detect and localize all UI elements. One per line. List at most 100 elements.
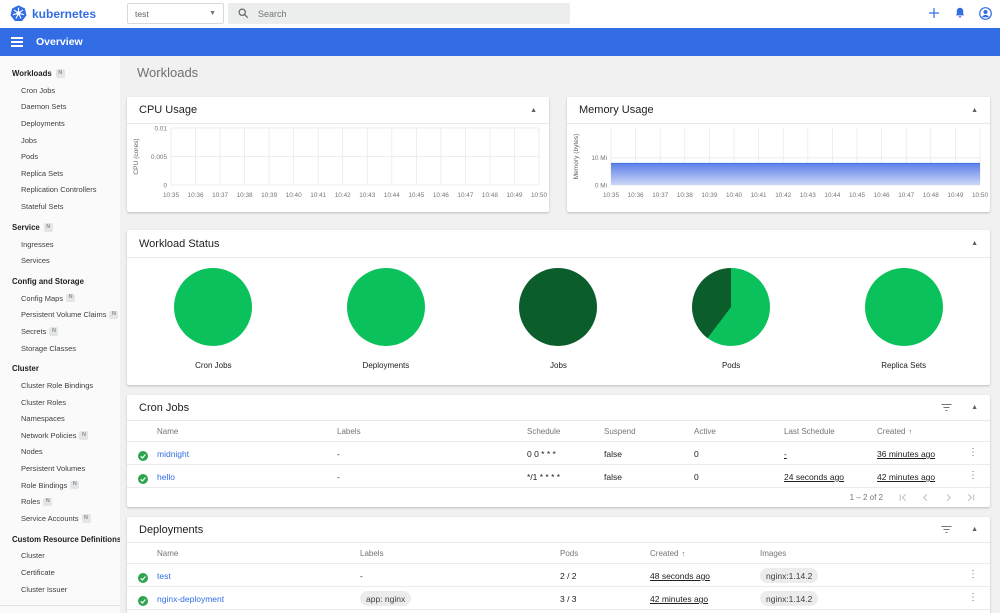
column-header-labels[interactable]: Labels <box>337 427 361 436</box>
column-header-suspend[interactable]: Suspend <box>604 427 636 436</box>
sidebar-item-cluster-role-bindings[interactable]: Cluster Role Bindings <box>0 377 120 394</box>
sidebar-section-workloads[interactable]: Workloads N <box>0 64 120 82</box>
sidebar-item-persistent-volume-claims[interactable]: Persistent Volume Claims N <box>0 307 120 324</box>
sidebar-item-services[interactable]: Services <box>0 252 120 269</box>
sidebar-item-config-maps[interactable]: Config Maps N <box>0 290 120 307</box>
sidebar-item-jobs[interactable]: Jobs <box>0 132 120 149</box>
cell-name[interactable]: test <box>157 571 171 581</box>
kebab-menu-icon[interactable]: ⋮ <box>968 592 978 603</box>
svg-text:10:44: 10:44 <box>824 192 840 199</box>
collapse-icon[interactable]: ▲ <box>971 526 978 533</box>
sidebar-item-storage-classes[interactable]: Storage Classes <box>0 340 120 357</box>
pie-chart[interactable] <box>346 268 425 346</box>
filter-icon[interactable] <box>941 403 952 412</box>
namespaced-badge: N <box>70 480 80 490</box>
svg-text:10:45: 10:45 <box>408 192 424 199</box>
sidebar-section-cluster[interactable]: Cluster <box>0 359 120 377</box>
column-header-last-schedule[interactable]: Last Schedule <box>784 427 835 436</box>
column-label: Created <box>877 427 906 436</box>
sidebar-item-role-bindings[interactable]: Role Bindings N <box>0 477 120 494</box>
sidebar-item-replication-controllers[interactable]: Replication Controllers <box>0 182 120 199</box>
sidebar-item-nodes[interactable]: Nodes <box>0 444 120 461</box>
column-header-images[interactable]: Images <box>760 549 786 558</box>
pie-chart[interactable] <box>864 268 943 346</box>
sidebar-item-roles[interactable]: Roles N <box>0 493 120 510</box>
sidebar-item-certificate[interactable]: Certificate <box>0 564 120 581</box>
sidebar-item-cluster[interactable]: Cluster <box>0 548 120 565</box>
sidebar-item-settings[interactable]: Settings <box>0 609 120 613</box>
pie-chart[interactable] <box>692 268 771 346</box>
table-row: midnight - 0 0 * * * false 0 - 36 minutes ago ⋮ <box>127 442 990 465</box>
sidebar-section-label: Workloads <box>12 69 52 78</box>
workload-pie-cron-jobs: Cron Jobs <box>148 268 278 370</box>
kubernetes-logo[interactable]: kubernetes <box>10 5 96 22</box>
kebab-menu-icon[interactable]: ⋮ <box>968 470 978 481</box>
sidebar-section-config-and-storage[interactable]: Config and Storage <box>0 272 120 290</box>
bell-icon[interactable] <box>954 7 966 20</box>
sidebar-item-cluster-roles[interactable]: Cluster Roles <box>0 394 120 411</box>
cell-name[interactable]: nginx-deployment <box>157 594 224 604</box>
collapse-icon[interactable]: ▲ <box>530 107 537 114</box>
first-page-icon[interactable] <box>898 493 907 502</box>
sidebar-item-deployments[interactable]: Deployments <box>0 115 120 132</box>
search-bar[interactable] <box>228 3 570 24</box>
pie-chart[interactable] <box>174 268 253 346</box>
column-header-name[interactable]: Name <box>157 427 178 436</box>
collapse-icon[interactable]: ▲ <box>971 404 978 411</box>
hamburger-icon[interactable] <box>11 37 23 47</box>
pie-label: Jobs <box>550 361 567 370</box>
sidebar-item-cron-jobs[interactable]: Cron Jobs <box>0 82 120 99</box>
sidebar-item-namespaces[interactable]: Namespaces <box>0 411 120 428</box>
cell-labels: - <box>360 571 363 581</box>
plus-icon[interactable] <box>928 7 940 19</box>
sidebar-item-replica-sets[interactable]: Replica Sets <box>0 165 120 182</box>
main-content: Workloads CPU Usage ▲ 10:35 10:36 10:37 10:… <box>120 56 1000 613</box>
column-header-labels[interactable]: Labels <box>360 549 384 558</box>
column-header-name[interactable]: Name <box>157 549 178 558</box>
collapse-icon[interactable]: ▲ <box>971 240 978 247</box>
sidebar-item-secrets[interactable]: Secrets N <box>0 323 120 340</box>
column-label: Name <box>157 549 179 558</box>
column-header-created[interactable]: Created ↑ <box>650 549 685 558</box>
sidebar-item-stateful-sets[interactable]: Stateful Sets <box>0 198 120 215</box>
svg-text:10:40: 10:40 <box>726 192 742 199</box>
sidebar-item-daemon-sets[interactable]: Daemon Sets <box>0 99 120 116</box>
column-header-schedule[interactable]: Schedule <box>527 427 560 436</box>
cell-name[interactable]: midnight <box>157 449 189 459</box>
sidebar-item-network-policies[interactable]: Network Policies N <box>0 427 120 444</box>
svg-text:10:38: 10:38 <box>237 192 253 199</box>
previous-page-icon[interactable] <box>921 493 930 502</box>
svg-text:10:49: 10:49 <box>506 192 522 199</box>
sidebar-item-label: Jobs <box>21 135 37 145</box>
sidebar-item-pods[interactable]: Pods <box>0 148 120 165</box>
filter-icon[interactable] <box>941 525 952 534</box>
namespace-selector[interactable]: test ▼ <box>127 3 224 24</box>
search-input[interactable] <box>258 8 538 19</box>
pie-chart[interactable] <box>519 268 598 346</box>
sidebar-section-service[interactable]: Service N <box>0 218 120 236</box>
column-header-created[interactable]: Created ↑ <box>877 427 912 436</box>
sidebar-section-custom-resource-definitions[interactable]: Custom Resource Definitions <box>0 530 120 548</box>
svg-text:10:44: 10:44 <box>384 192 400 199</box>
kebab-menu-icon[interactable]: ⋮ <box>968 447 978 458</box>
column-header-pods[interactable]: Pods <box>560 549 578 558</box>
pie-label: Deployments <box>362 361 410 370</box>
sidebar-item-persistent-volumes[interactable]: Persistent Volumes <box>0 460 120 477</box>
cell-pods: 2 / 2 <box>560 571 577 581</box>
cell-name[interactable]: hello <box>157 472 175 482</box>
kebab-menu-icon[interactable]: ⋮ <box>968 569 978 580</box>
sidebar-item-cluster-issuer[interactable]: Cluster Issuer <box>0 581 120 598</box>
last-page-icon[interactable] <box>967 493 976 502</box>
collapse-icon[interactable]: ▲ <box>971 107 978 114</box>
sidebar-item-label: Cluster Role Bindings <box>21 381 94 391</box>
sidebar-item-ingresses[interactable]: Ingresses <box>0 236 120 253</box>
pagination-label: 1 – 2 of 2 <box>849 493 883 502</box>
next-page-icon[interactable] <box>944 493 953 502</box>
sidebar-item-service-accounts[interactable]: Service Accounts N <box>0 510 120 527</box>
svg-text:10:50: 10:50 <box>972 192 988 199</box>
deployments-table: Name Labels Pods Created ↑ Images test - 2 / 2 48… <box>127 543 990 610</box>
user-icon[interactable] <box>979 7 992 20</box>
column-header-active[interactable]: Active <box>694 427 716 436</box>
cell-active: 0 <box>694 472 699 482</box>
card-title: Cron Jobs <box>139 401 190 414</box>
